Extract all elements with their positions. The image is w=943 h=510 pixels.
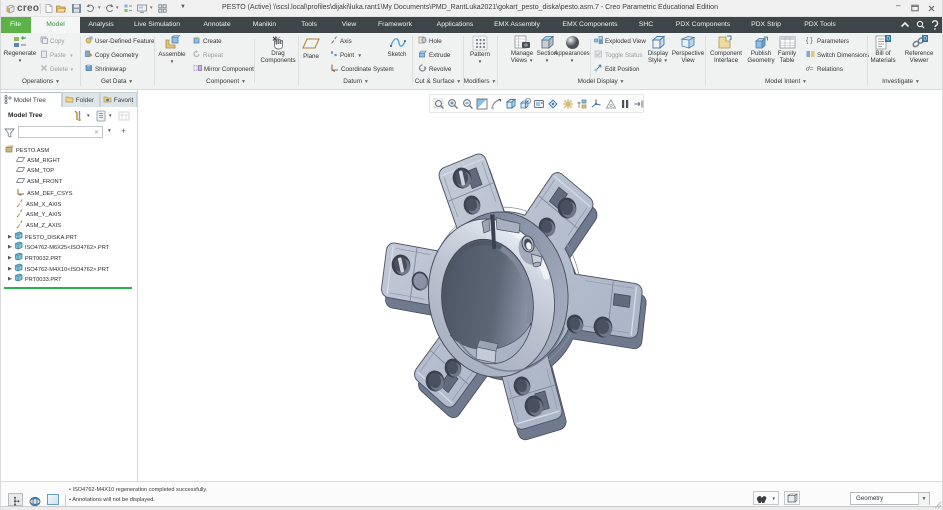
svg-text:{ }: { } — [806, 38, 813, 45]
svg-text:d=: d= — [806, 66, 814, 73]
